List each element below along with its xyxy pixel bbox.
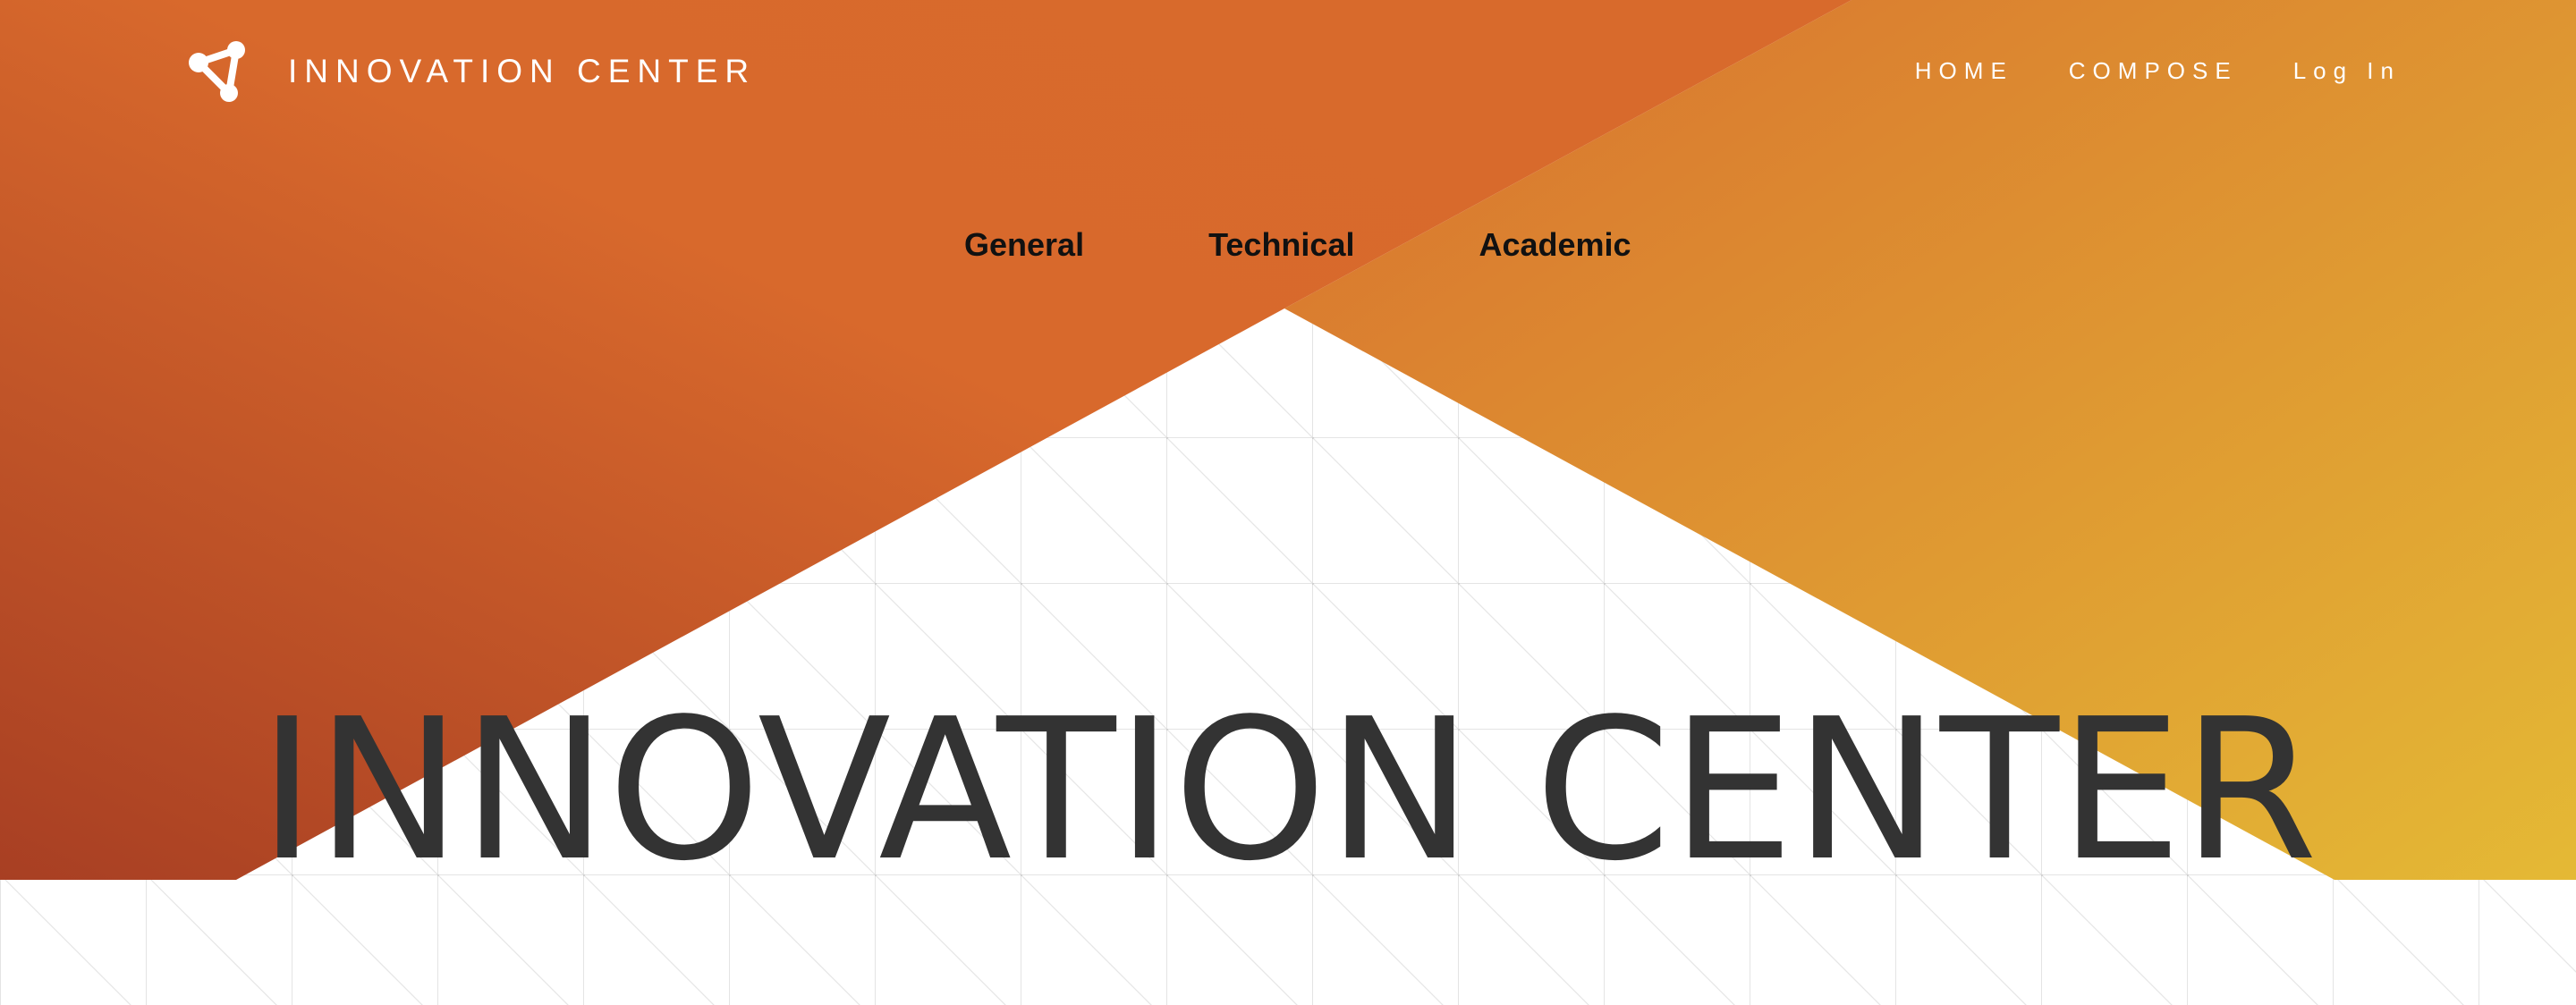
page: INNOVATION CENTER HOME COMPOSE Log In Ge…	[0, 0, 2576, 1005]
nav-login-link[interactable]: Log In	[2293, 57, 2401, 85]
top-header: INNOVATION CENTER HOME COMPOSE Log In	[0, 0, 2576, 143]
nav-home-link[interactable]: HOME	[1915, 57, 2013, 85]
network-nodes-icon	[189, 41, 245, 102]
top-nav: HOME COMPOSE Log In	[1915, 57, 2401, 85]
brand[interactable]: INNOVATION CENTER	[186, 36, 756, 107]
tab-academic[interactable]: Academic	[1479, 226, 1631, 264]
brand-name: INNOVATION CENTER	[288, 53, 757, 89]
tab-general[interactable]: General	[964, 226, 1084, 264]
tab-technical[interactable]: Technical	[1208, 226, 1354, 264]
nav-compose-link[interactable]: COMPOSE	[2069, 57, 2238, 85]
category-tabs: General Technical Academic	[964, 226, 1631, 264]
hero-title: INNOVATION CENTER	[258, 678, 2318, 905]
